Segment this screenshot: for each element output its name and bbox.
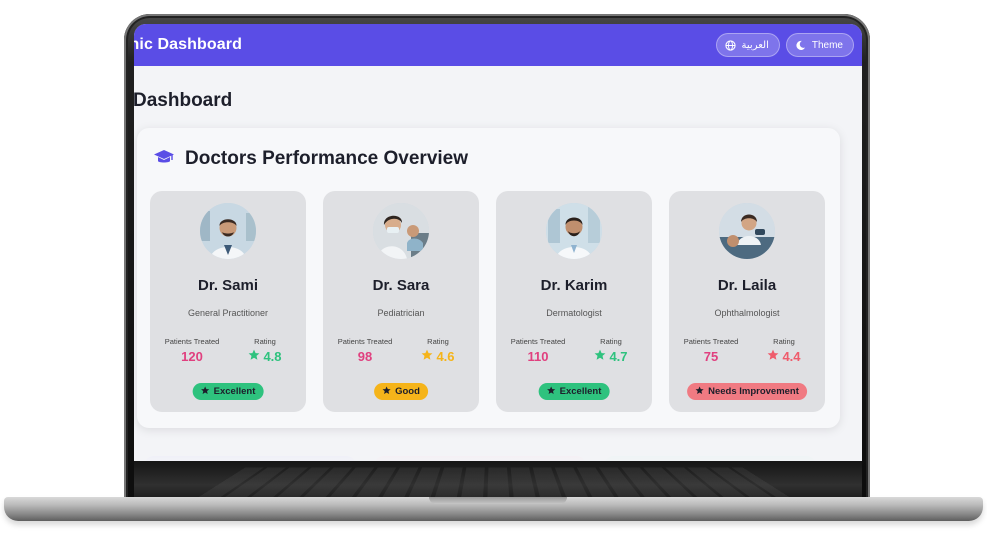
- rating-label: Rating: [254, 337, 276, 346]
- doctor-specialty: Pediatrician: [377, 308, 425, 318]
- doctor-card[interactable]: Dr. Laila Ophthalmologist Patients Treat…: [669, 191, 825, 412]
- doctors-performance-panel: Doctors Performance Overview Dr. Sami Ge…: [137, 128, 840, 428]
- doctor-specialty: Dermatologist: [546, 308, 602, 318]
- patients-value: 110: [527, 349, 549, 364]
- app-header: inic Dashboard العربية Theme: [134, 24, 862, 66]
- rating-value: 4.6: [421, 349, 455, 364]
- status-badge: Good: [374, 383, 428, 400]
- avatar: [546, 203, 602, 259]
- star-icon: [767, 349, 779, 364]
- star-icon: [382, 385, 391, 398]
- doctor-name: Dr. Karim: [540, 277, 608, 294]
- patients-value: 98: [357, 349, 373, 364]
- rating-number: 4.4: [782, 349, 801, 364]
- app-title: inic Dashboard: [134, 36, 242, 53]
- patients-label: Patients Treated: [510, 337, 566, 346]
- badge-label: Excellent: [213, 386, 256, 397]
- rating-value: 4.4: [767, 349, 801, 364]
- avatar: [719, 203, 775, 259]
- doctor-name: Dr. Laila: [717, 277, 777, 294]
- keys-reflection: [198, 467, 790, 498]
- rating-number: 4.7: [609, 349, 628, 364]
- patients-label: Patients Treated: [683, 337, 739, 346]
- status-badge: Needs Improvement: [687, 383, 807, 400]
- patients-stat: Patients Treated 110: [509, 337, 567, 364]
- doctor-specialty: General Practitioner: [187, 308, 269, 318]
- star-icon: [421, 349, 433, 364]
- patients-value: 75: [703, 349, 719, 364]
- badge-label: Good: [395, 386, 420, 397]
- panel-title: Doctors Performance Overview: [185, 148, 469, 169]
- patients-label: Patients Treated: [337, 337, 393, 346]
- globe-icon: [724, 39, 736, 51]
- theme-label: Theme: [811, 39, 843, 51]
- badge-label: Excellent: [559, 386, 602, 397]
- laptop-base: [4, 497, 983, 521]
- rating-value: 4.8: [248, 349, 282, 364]
- theme-button[interactable]: Theme: [785, 33, 854, 57]
- keyboard-reflection: [134, 461, 862, 501]
- moon-icon: [795, 40, 806, 51]
- rating-number: 4.6: [436, 349, 455, 364]
- avatar: [373, 203, 429, 259]
- rating-label: Rating: [427, 337, 449, 346]
- rating-number: 4.8: [263, 349, 282, 364]
- star-icon: [695, 385, 704, 398]
- doctor-name: Dr. Sami: [197, 277, 259, 294]
- doctor-specialty: Ophthalmologist: [714, 308, 780, 318]
- patients-stat: Patients Treated 120: [163, 337, 221, 364]
- rating-value: 4.7: [594, 349, 628, 364]
- laptop-screen: inic Dashboard العربية Theme Dashboard D…: [134, 24, 862, 461]
- rating-label: Rating: [600, 337, 622, 346]
- doctor-card[interactable]: Dr. Karim Dermatologist Patients Treated…: [496, 191, 652, 412]
- doctor-cards: Dr. Sami General Practitioner Patients T…: [150, 191, 825, 412]
- rating-label: Rating: [773, 337, 795, 346]
- doctor-name: Dr. Sara: [372, 277, 430, 294]
- star-icon: [547, 385, 556, 398]
- badge-label: Needs Improvement: [708, 386, 799, 397]
- language-label: العربية: [741, 39, 769, 51]
- header-actions: العربية Theme: [715, 33, 854, 57]
- graduation-cap-icon: [153, 149, 175, 170]
- panel-header: Doctors Performance Overview: [153, 148, 468, 170]
- language-button[interactable]: العربية: [715, 33, 780, 57]
- star-icon: [594, 349, 606, 364]
- rating-stat: Rating 4.4: [756, 337, 812, 366]
- star-icon: [248, 349, 260, 364]
- avatar: [200, 203, 256, 259]
- patients-stat: Patients Treated 98: [336, 337, 394, 364]
- page-title: Dashboard: [134, 90, 233, 111]
- status-badge: Excellent: [538, 383, 610, 400]
- patients-stat: Patients Treated 75: [682, 337, 740, 364]
- screen-fade: [134, 435, 862, 461]
- doctor-card[interactable]: Dr. Sami General Practitioner Patients T…: [150, 191, 306, 412]
- rating-stat: Rating 4.7: [583, 337, 639, 366]
- star-icon: [201, 385, 210, 398]
- patients-value: 120: [181, 349, 203, 364]
- rating-stat: Rating 4.8: [237, 337, 293, 366]
- laptop-notch: [429, 497, 567, 504]
- patients-label: Patients Treated: [164, 337, 220, 346]
- status-badge: Excellent: [192, 383, 264, 400]
- doctor-card[interactable]: Dr. Sara Pediatrician Patients Treated 9…: [323, 191, 479, 412]
- rating-stat: Rating 4.6: [410, 337, 466, 366]
